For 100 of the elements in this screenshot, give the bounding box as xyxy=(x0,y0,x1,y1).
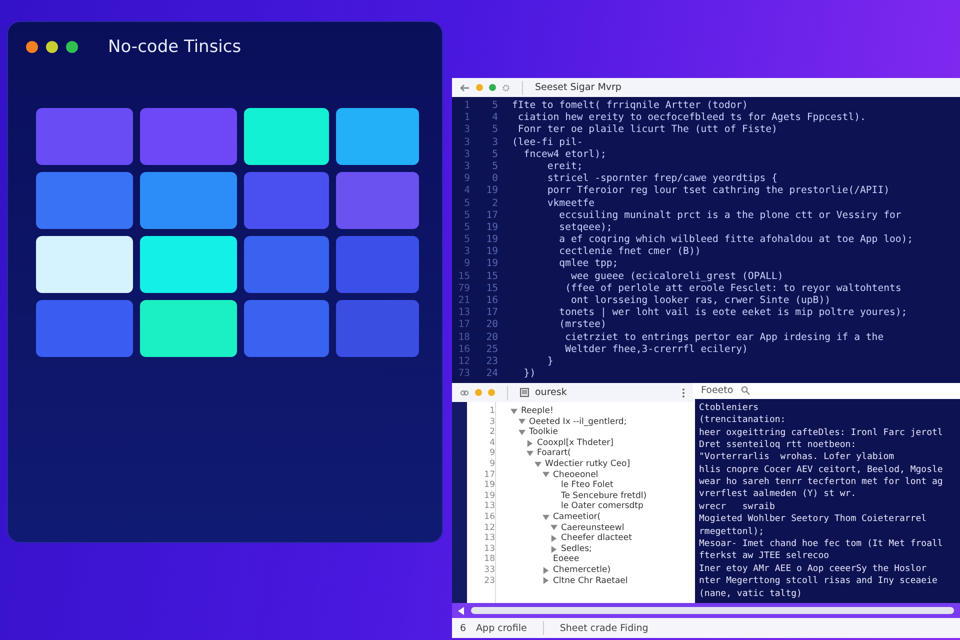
outline-item[interactable]: Cheoeonel xyxy=(553,470,598,480)
status-count: 6 xyxy=(460,622,466,634)
console-line: Dret ssenteiloq rtt noetbeon: xyxy=(699,438,858,452)
line-number: 1 xyxy=(488,406,495,417)
panel-title: ouresk xyxy=(535,387,567,398)
line-number: 13 xyxy=(483,544,495,554)
line-number: 5 xyxy=(491,148,498,161)
search-icon[interactable] xyxy=(741,386,750,396)
window-dot-icon[interactable] xyxy=(489,84,496,91)
line-number: 3 xyxy=(491,136,498,149)
expanded-caret-icon[interactable] xyxy=(534,460,542,468)
collapsed-caret-icon[interactable] xyxy=(550,534,558,542)
line-number: 17 xyxy=(457,319,470,332)
collapsed-caret-icon[interactable] xyxy=(542,566,550,574)
outline-item[interactable]: Te Sencebure fretdl) xyxy=(561,490,647,502)
line-number: 15 xyxy=(485,282,498,295)
outline-item[interactable]: Oeeted Ix --il_gentlerd; xyxy=(529,416,627,428)
outline-item[interactable]: Caereunsteewl xyxy=(561,522,624,534)
color-tile[interactable] xyxy=(244,300,329,357)
outline-item[interactable]: Cameetior( xyxy=(553,512,601,523)
outline-item[interactable]: Foarart( xyxy=(537,448,571,459)
close-dot-icon[interactable] xyxy=(26,41,38,53)
color-tile[interactable] xyxy=(36,300,133,357)
line-number: 13 xyxy=(483,501,495,512)
minimize-dot-icon[interactable] xyxy=(46,41,58,53)
outline-item[interactable]: Wdectier rutky Ceo] xyxy=(545,458,630,470)
console-line: hlis cnopre Cocer AEV ceitort, Beelod, Mgosle xyxy=(699,464,944,476)
outline-item[interactable]: Eoeee xyxy=(553,554,580,565)
expanded-caret-icon[interactable] xyxy=(518,428,526,436)
status-item[interactable]: App crofile xyxy=(476,622,527,634)
maximize-dot-icon[interactable] xyxy=(66,41,78,53)
expanded-caret-icon[interactable] xyxy=(542,514,550,521)
code-line: qmlee tpp; xyxy=(558,258,618,271)
color-tile[interactable] xyxy=(140,236,237,293)
outline-item[interactable]: le Fteo Folet xyxy=(561,480,614,491)
more-icon[interactable] xyxy=(682,388,685,398)
link-icon[interactable] xyxy=(460,390,469,396)
color-tile[interactable] xyxy=(36,108,133,165)
window-dot-icon[interactable] xyxy=(476,84,483,91)
console-line: fterkst aw JTEE selrecoo xyxy=(699,550,830,563)
console-line: (trencitanation: xyxy=(699,414,787,427)
line-number: 79 xyxy=(457,282,470,295)
outline-item[interactable]: Cooxpl[x Thdeter] xyxy=(537,438,614,448)
line-number: 23 xyxy=(483,576,495,586)
line-number: 12 xyxy=(457,356,470,368)
window-dot-icon[interactable] xyxy=(488,389,495,396)
outline-item[interactable]: Chemercetle) xyxy=(553,564,611,576)
color-tile[interactable] xyxy=(244,236,329,293)
console-line: Mogieted Wohlber Seetory Thom Coieterarrel xyxy=(699,513,928,526)
outline-item[interactable]: le Oater comersdtp xyxy=(561,501,644,512)
console-line: heer oxgeittring cafteDles: Ironl Farc jerotl xyxy=(699,426,944,439)
color-tile[interactable] xyxy=(336,236,419,293)
line-number: 20 xyxy=(485,319,498,332)
line-number: 17 xyxy=(485,307,498,320)
line-number: 19 xyxy=(483,490,495,502)
outline-item[interactable]: Cltne Chr Raetael xyxy=(553,576,628,586)
color-tile[interactable] xyxy=(140,108,237,165)
gear-icon[interactable] xyxy=(502,84,510,92)
line-number: 17 xyxy=(485,210,498,222)
line-number: 3 xyxy=(463,148,470,161)
code-line: }) xyxy=(522,368,536,380)
console-line: nter Megerttong stcoll risas and Iny sceaeie xyxy=(699,575,938,588)
code-line: porr Tferoior reg lour tset cathring the prestorlie(/APII) xyxy=(546,185,890,198)
color-tile[interactable] xyxy=(244,108,329,165)
collapsed-caret-icon[interactable] xyxy=(550,546,558,553)
color-tile[interactable] xyxy=(336,108,419,165)
line-number: 5 xyxy=(491,100,498,112)
code-line: setqeee); xyxy=(558,222,612,234)
line-number: 15 xyxy=(457,270,470,283)
code-line: (mrstee) xyxy=(558,319,606,332)
line-number: 3 xyxy=(463,136,470,149)
document-icon xyxy=(520,388,529,397)
outline-item[interactable]: Cheefer dlacteet xyxy=(561,533,632,544)
collapsed-caret-icon[interactable] xyxy=(542,577,550,584)
console-line: wear ho sareh tenrr tecferton met for lont ag xyxy=(699,476,944,488)
expanded-caret-icon[interactable] xyxy=(542,471,550,478)
window-dot-icon[interactable] xyxy=(475,389,482,396)
outline-item[interactable]: Toolkie xyxy=(529,427,558,438)
color-tile[interactable] xyxy=(140,172,237,229)
left-arrow-icon[interactable] xyxy=(458,606,465,614)
line-number: 5 xyxy=(463,234,470,246)
scrollbar[interactable] xyxy=(471,607,954,614)
expanded-caret-icon[interactable] xyxy=(526,450,534,458)
back-arrow-icon[interactable] xyxy=(460,84,470,92)
expanded-caret-icon[interactable] xyxy=(518,418,526,426)
outline-item[interactable]: Reeple! xyxy=(521,406,554,417)
expanded-caret-icon[interactable] xyxy=(550,524,558,532)
color-tile[interactable] xyxy=(36,236,133,293)
color-tile[interactable] xyxy=(336,172,419,229)
color-tile[interactable] xyxy=(140,300,237,357)
status-item[interactable]: Sheet crade Fiding xyxy=(560,622,648,634)
color-tile[interactable] xyxy=(36,172,133,229)
line-number: 1 xyxy=(463,100,470,112)
outline-item[interactable]: Sedles; xyxy=(561,544,592,554)
collapsed-caret-icon[interactable] xyxy=(526,440,534,447)
line-number: 3 xyxy=(463,160,470,174)
expanded-caret-icon[interactable] xyxy=(510,408,518,415)
color-tile[interactable] xyxy=(336,300,419,357)
line-number: 16 xyxy=(483,512,495,523)
color-tile[interactable] xyxy=(244,172,329,229)
